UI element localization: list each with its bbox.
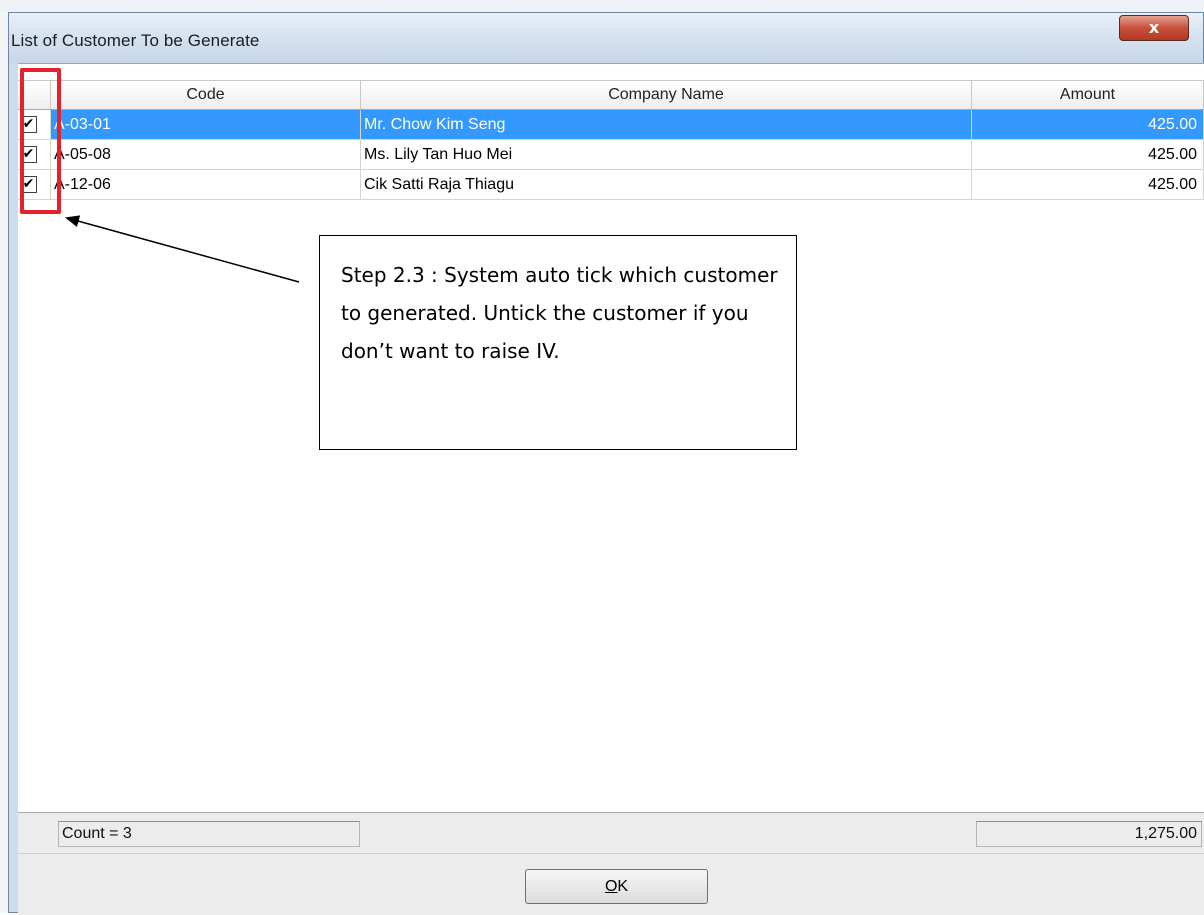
customer-list-dialog: List of Customer To be Generate x Code C… xyxy=(8,12,1204,915)
ok-label-rest: K xyxy=(617,878,629,895)
annotation-callout: Step 2.3 : System auto tick which custom… xyxy=(319,235,797,450)
code-cell: A-05-08 xyxy=(51,140,361,169)
amount-total: 1,275.00 xyxy=(976,821,1202,847)
select-cell: ✔ xyxy=(18,110,51,139)
background-toolbar-strip xyxy=(0,0,1204,12)
close-icon: x xyxy=(1148,18,1160,37)
company-name-cell: Mr. Chow Kim Seng xyxy=(361,110,972,139)
dialog-footer: Count = 3 1,275.00 OK xyxy=(18,812,1204,915)
amount-cell: 425.00 xyxy=(972,110,1204,139)
code-cell: A-03-01 xyxy=(51,110,361,139)
row-count: Count = 3 xyxy=(58,821,360,847)
summary-bar: Count = 3 1,275.00 xyxy=(18,813,1204,854)
row-checkbox[interactable]: ✔ xyxy=(20,146,37,163)
code-cell: A-12-06 xyxy=(51,170,361,199)
grid-header: Code Company Name Amount xyxy=(18,80,1204,110)
column-header-code[interactable]: Code xyxy=(51,81,361,109)
ok-mnemonic: O xyxy=(604,878,618,895)
close-button[interactable]: x xyxy=(1119,15,1189,41)
table-row[interactable]: ✔ A-03-01 Mr. Chow Kim Seng 425.00 xyxy=(18,110,1204,140)
amount-cell: 425.00 xyxy=(972,140,1204,169)
company-name-cell: Ms. Lily Tan Huo Mei xyxy=(361,140,972,169)
check-icon: ✔ xyxy=(22,116,35,132)
amount-cell: 425.00 xyxy=(972,170,1204,199)
column-header-company-name[interactable]: Company Name xyxy=(361,81,972,109)
dialog-title: List of Customer To be Generate xyxy=(11,31,260,50)
table-row[interactable]: ✔ A-12-06 Cik Satti Raja Thiagu 425.00 xyxy=(18,170,1204,200)
customer-grid: ✔ A-03-01 Mr. Chow Kim Seng 425.00 ✔ A-0… xyxy=(18,110,1204,200)
column-header-select[interactable] xyxy=(18,81,51,109)
table-row[interactable]: ✔ A-05-08 Ms. Lily Tan Huo Mei 425.00 xyxy=(18,140,1204,170)
row-checkbox[interactable]: ✔ xyxy=(20,116,37,133)
ok-button[interactable]: OK xyxy=(525,869,708,904)
row-checkbox[interactable]: ✔ xyxy=(20,176,37,193)
title-bar[interactable]: List of Customer To be Generate x xyxy=(9,13,1203,63)
select-cell: ✔ xyxy=(18,170,51,199)
select-cell: ✔ xyxy=(18,140,51,169)
check-icon: ✔ xyxy=(22,146,35,162)
company-name-cell: Cik Satti Raja Thiagu xyxy=(361,170,972,199)
background-left-edge xyxy=(0,12,8,913)
column-header-amount[interactable]: Amount xyxy=(972,81,1204,109)
dialog-client-area: Code Company Name Amount ✔ A-03-01 Mr. C… xyxy=(18,63,1204,915)
check-icon: ✔ xyxy=(22,176,35,192)
